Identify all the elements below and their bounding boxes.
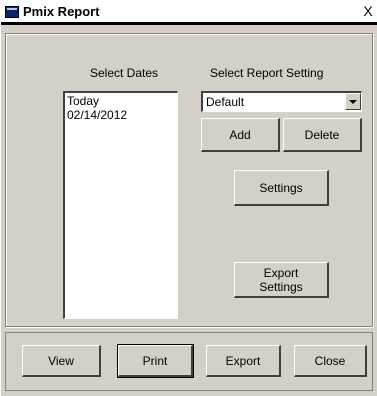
close-icon[interactable]: X (360, 3, 376, 19)
settings-button-label: Settings (259, 180, 303, 195)
select-report-setting-label: Select Report Setting (210, 66, 324, 80)
window-app-icon (5, 6, 19, 18)
print-button-label: Print (142, 353, 168, 368)
list-item[interactable]: 02/14/2012 (67, 108, 175, 122)
dates-listbox[interactable]: Today 02/14/2012 (63, 91, 178, 319)
list-item[interactable]: Today (67, 94, 175, 108)
report-setting-value: Default (206, 95, 245, 109)
pmix-report-window: Pmix Report X Select Dates Select Report… (0, 0, 377, 396)
close-button[interactable]: Close (294, 345, 367, 377)
view-button[interactable]: View (22, 345, 101, 377)
add-button[interactable]: Add (201, 118, 280, 152)
print-button[interactable]: Print (117, 344, 194, 378)
add-button-label: Add (229, 127, 251, 142)
window-title: Pmix Report (23, 4, 100, 19)
select-dates-label: Select Dates (90, 66, 159, 80)
close-button-label: Close (314, 353, 346, 368)
export-settings-label-line2: Settings (259, 279, 303, 294)
report-setting-dropdown[interactable]: Default (201, 91, 362, 112)
chevron-down-icon[interactable] (345, 93, 361, 110)
settings-button[interactable]: Settings (234, 170, 329, 206)
title-bar: Pmix Report X (1, 1, 377, 22)
export-button[interactable]: Export (206, 345, 281, 377)
export-settings-label-line1: Export (263, 265, 299, 280)
export-settings-button[interactable]: Export Settings (234, 262, 329, 298)
delete-button[interactable]: Delete (283, 118, 362, 152)
title-divider (1, 22, 377, 25)
export-button-label: Export (225, 353, 261, 368)
view-button-label: View (48, 353, 74, 368)
delete-button-label: Delete (304, 127, 340, 142)
